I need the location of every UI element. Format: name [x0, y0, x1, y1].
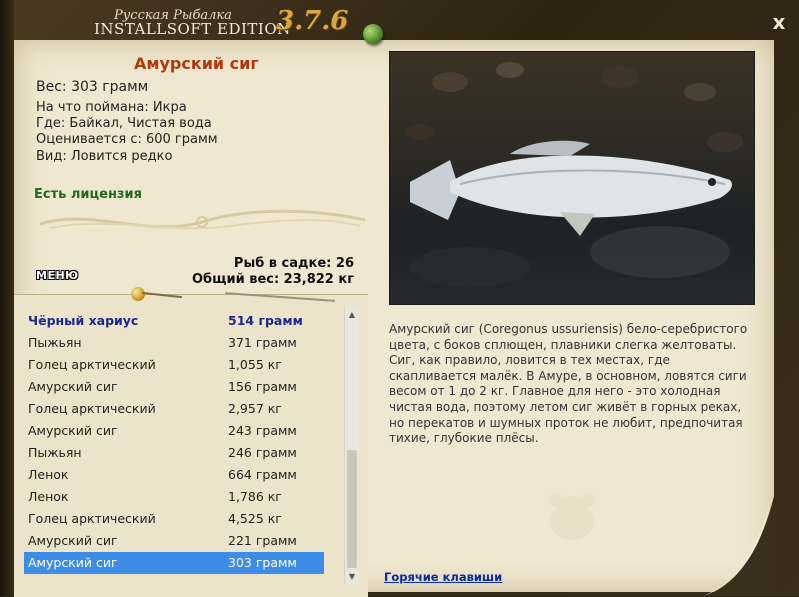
list-item[interactable]: Амурский сиг 243 грамм — [24, 420, 324, 442]
list-item[interactable]: Амурский сиг 156 грамм — [24, 376, 324, 398]
list-item-weight: 221 грамм — [228, 533, 297, 548]
list-scrollbar[interactable]: ▲ ▼ — [344, 308, 359, 584]
list-item[interactable]: Голец арктический 4,525 кг — [24, 508, 324, 530]
list-item-weight: 4,525 кг — [228, 511, 282, 526]
list-item[interactable]: Голец арктический 2,957 кг — [24, 398, 324, 420]
ornament-divider-icon — [39, 209, 366, 230]
scroll-thumb[interactable] — [347, 450, 357, 568]
hotkeys-link[interactable]: Горячие клавиши — [384, 570, 502, 584]
list-item[interactable]: Голец арктический 1,055 кг — [24, 354, 324, 376]
catch-list[interactable]: Чёрный хариус 514 грамм Пыжьян 371 грамм Гол… — [24, 310, 324, 574]
fish-details: На что поймана: Икра Где: Байкал, Чистая… — [36, 100, 218, 165]
list-item-name: Ленок — [28, 467, 69, 482]
scroll-up-icon[interactable]: ▲ — [345, 308, 359, 322]
rated-info: Оценивается с: 600 грамм — [36, 132, 218, 148]
bait-info: На что поймана: Икра — [36, 100, 187, 115]
keepnet-count: Рыб в садке: 26 — [233, 256, 354, 271]
list-item[interactable]: Пыжьян 371 грамм — [24, 332, 324, 354]
list-item-weight: 514 грамм — [228, 313, 303, 328]
list-item-weight: 156 грамм — [228, 379, 297, 394]
license-status: Есть лицензия — [34, 187, 142, 202]
scroll-down-icon[interactable]: ▼ — [345, 570, 359, 584]
list-item-name: Ленок — [28, 489, 69, 504]
location-info: Где: Байкал, Чистая вода — [36, 116, 212, 132]
list-item-weight: 243 грамм — [228, 423, 297, 438]
close-button[interactable]: x — [767, 10, 791, 34]
green-pin-icon — [363, 24, 383, 44]
catch-stats: Рыб в садке: 26 Общий вес: 23,822 кг — [192, 256, 354, 287]
fish-photo — [389, 51, 755, 305]
list-item-name: Чёрный хариус — [28, 313, 139, 328]
menu-button[interactable]: МЕНЮ — [36, 269, 79, 282]
list-item[interactable]: Ленок 1,786 кг — [24, 486, 324, 508]
list-item-weight: 303 грамм — [228, 555, 297, 570]
type-info: Вид: Ловится редко — [36, 148, 173, 164]
list-item-name: Амурский сиг — [28, 533, 118, 548]
list-item-weight: 1,786 кг — [228, 489, 282, 504]
fish-description: Амурский сиг (Coregonus ussuriensis) бел… — [389, 322, 748, 446]
fish-photo-image — [405, 62, 743, 287]
app-edition: INSTALLSOFT EDITION — [94, 20, 291, 38]
list-item-weight: 371 грамм — [228, 335, 297, 350]
list-item[interactable]: Ленок 664 грамм — [24, 464, 324, 486]
list-item-weight: 2,957 кг — [228, 401, 282, 416]
total-weight: Общий вес: 23,822 кг — [191, 271, 354, 287]
list-item[interactable]: Амурский сиг 303 грамм — [24, 552, 324, 574]
list-item[interactable]: Пыжьян 246 грамм — [24, 442, 324, 464]
list-item-name: Амурский сиг — [28, 555, 118, 570]
list-item-name: Голец арктический — [28, 357, 156, 372]
list-item-weight: 246 грамм — [228, 445, 297, 460]
page-curl-icon — [704, 496, 774, 596]
list-item-name: Голец арктический — [28, 401, 156, 416]
list-item-weight: 664 грамм — [228, 467, 297, 482]
list-item-name: Пыжьян — [28, 445, 82, 460]
list-item-name: Пыжьян — [28, 335, 82, 350]
mascot-silhouette-icon — [549, 493, 595, 540]
fish-name: Амурский сиг — [134, 54, 259, 73]
fish-weight: Вес: 303 грамм — [36, 79, 149, 95]
list-item-weight: 1,055 кг — [228, 357, 282, 372]
list-item[interactable]: Амурский сиг 221 грамм — [24, 530, 324, 552]
window-left-edge — [0, 0, 14, 596]
list-item-name: Амурский сиг — [28, 379, 118, 394]
list-item-name: Голец арктический — [28, 511, 156, 526]
list-item[interactable]: Чёрный хариус 514 грамм — [24, 310, 324, 332]
app-version: 3.7.6 — [276, 6, 349, 36]
list-item-name: Амурский сиг — [28, 423, 118, 438]
